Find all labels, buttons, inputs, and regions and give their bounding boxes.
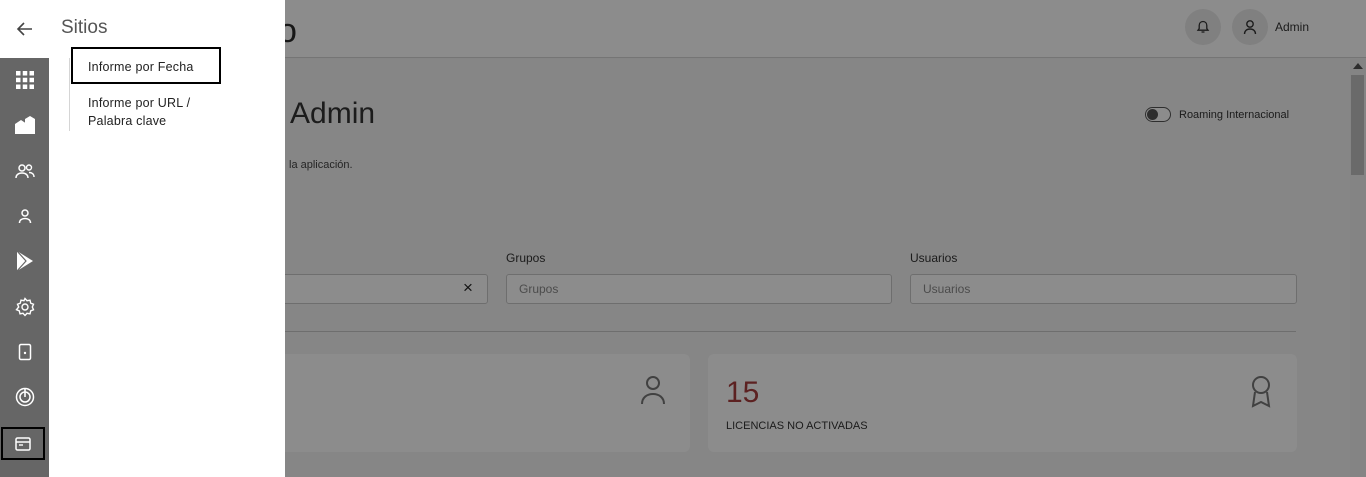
sidebar-item-sitios[interactable] xyxy=(1,427,45,460)
sidebar-rail xyxy=(0,0,49,477)
menu-item-informe-por-fecha[interactable]: Informe por Fecha xyxy=(88,58,194,76)
back-arrow-icon xyxy=(16,22,32,36)
sidebar-item-users[interactable] xyxy=(0,194,49,238)
sitios-flyout-menu: Sitios Informe por Fecha Informe por URL… xyxy=(49,0,285,477)
user-icon xyxy=(18,209,31,224)
sidebar-item-organizations[interactable] xyxy=(0,103,49,147)
sidebar-item-tracking[interactable] xyxy=(0,375,49,419)
sidebar-item-apps-store[interactable] xyxy=(0,239,49,283)
sidebar-item-apps[interactable] xyxy=(0,58,49,102)
menu-item-informe-por-url[interactable]: Informe por URL / Palabra clave xyxy=(88,94,218,130)
browser-window-icon xyxy=(15,436,31,451)
settings-icon xyxy=(14,297,34,317)
tracking-icon xyxy=(15,387,34,407)
users-icon xyxy=(14,164,35,179)
apps-grid-icon xyxy=(15,71,34,89)
play-store-icon xyxy=(16,250,33,272)
flyout-title: Sitios xyxy=(61,17,108,38)
buildings-icon xyxy=(14,116,35,134)
sidebar-item-groups[interactable] xyxy=(0,149,49,193)
sidebar-item-settings[interactable] xyxy=(0,285,49,329)
device-icon xyxy=(18,343,31,361)
flyout-tree-line xyxy=(69,58,70,131)
back-button[interactable] xyxy=(0,0,49,58)
sidebar-item-devices[interactable] xyxy=(0,330,49,374)
